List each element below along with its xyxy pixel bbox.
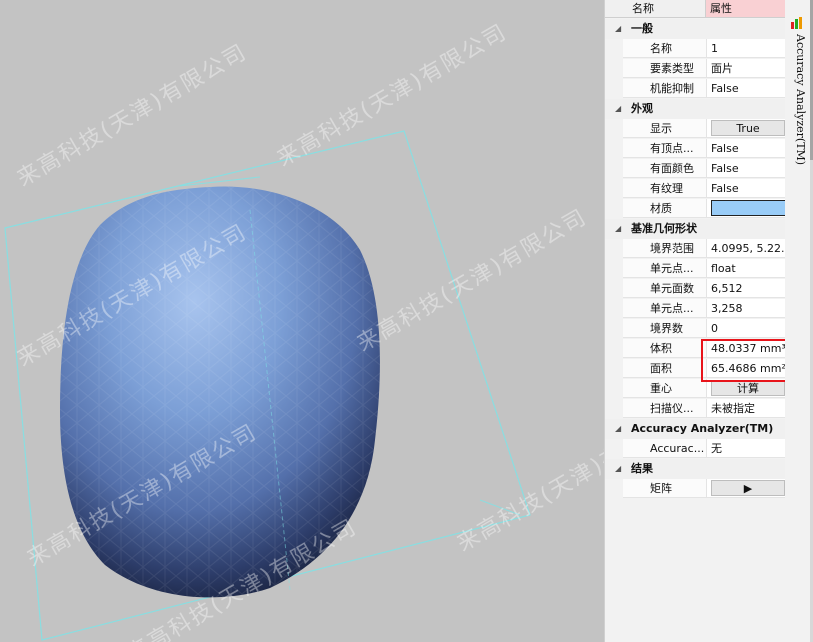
column-header-property[interactable]: 属性 xyxy=(706,0,786,18)
compute-centroid-button[interactable]: 计算 xyxy=(711,380,785,396)
display-toggle-button[interactable]: True xyxy=(711,120,785,136)
group-results[interactable]: ◢ 结果 xyxy=(605,459,786,479)
column-header-name[interactable]: 名称 xyxy=(605,0,706,18)
property-row[interactable]: ▷ 境界范围 4.0995, 5.22... xyxy=(605,239,786,259)
collapse-icon[interactable]: ◢ xyxy=(615,459,621,479)
property-row[interactable]: 境界数 0 xyxy=(605,319,786,339)
property-row[interactable]: 名称 1 xyxy=(605,39,786,59)
collapse-icon[interactable]: ◢ xyxy=(615,19,621,39)
property-row[interactable]: 材质 xyxy=(605,199,786,219)
property-row[interactable]: 要素类型 面片 xyxy=(605,59,786,79)
property-row[interactable]: Accurac... 无 xyxy=(605,439,786,459)
3d-viewport[interactable]: 来高科技(天津)有限公司 来高科技(天津)有限公司 来高科技(天津)有限公司 来… xyxy=(0,0,604,642)
property-row[interactable]: 单元点... 3,258 xyxy=(605,299,786,319)
property-row[interactable]: 单元点... float xyxy=(605,259,786,279)
material-color-swatch[interactable] xyxy=(711,200,786,216)
property-row[interactable]: 有纹理 False xyxy=(605,179,786,199)
collapse-icon[interactable]: ◢ xyxy=(615,419,621,439)
property-row[interactable]: 单元面数 6,512 xyxy=(605,279,786,299)
highlight-box xyxy=(701,339,789,382)
property-row[interactable]: ▷ 重心 计算 xyxy=(605,379,786,399)
property-panel: 名称 属性 ◢ 一般 名称 1 要素类型 面片 机能抑制 False ◢ 外观 … xyxy=(604,0,786,642)
group-appearance[interactable]: ◢ 外观 xyxy=(605,99,786,119)
matrix-expand-button[interactable]: ▶ xyxy=(711,480,785,496)
property-row[interactable]: 有面颜色 False xyxy=(605,159,786,179)
property-row[interactable]: 矩阵 ▶ xyxy=(605,479,786,499)
chart-icon xyxy=(791,17,802,29)
group-accuracy-analyzer[interactable]: ◢ Accuracy Analyzer(TM) xyxy=(605,419,786,439)
property-row[interactable]: 机能抑制 False xyxy=(605,79,786,99)
collapse-icon[interactable]: ◢ xyxy=(615,99,621,119)
group-geometry[interactable]: ◢ 基准几何形状 xyxy=(605,219,786,239)
group-general[interactable]: ◢ 一般 xyxy=(605,19,786,39)
property-row[interactable]: 扫描仪... 未被指定 xyxy=(605,399,786,419)
collapse-icon[interactable]: ◢ xyxy=(615,219,621,239)
property-row[interactable]: 有顶点... False xyxy=(605,139,786,159)
property-row[interactable]: 显示 True xyxy=(605,119,786,139)
accuracy-analyzer-tab-label[interactable]: Accuracy Analyzer(TM) xyxy=(794,34,807,165)
